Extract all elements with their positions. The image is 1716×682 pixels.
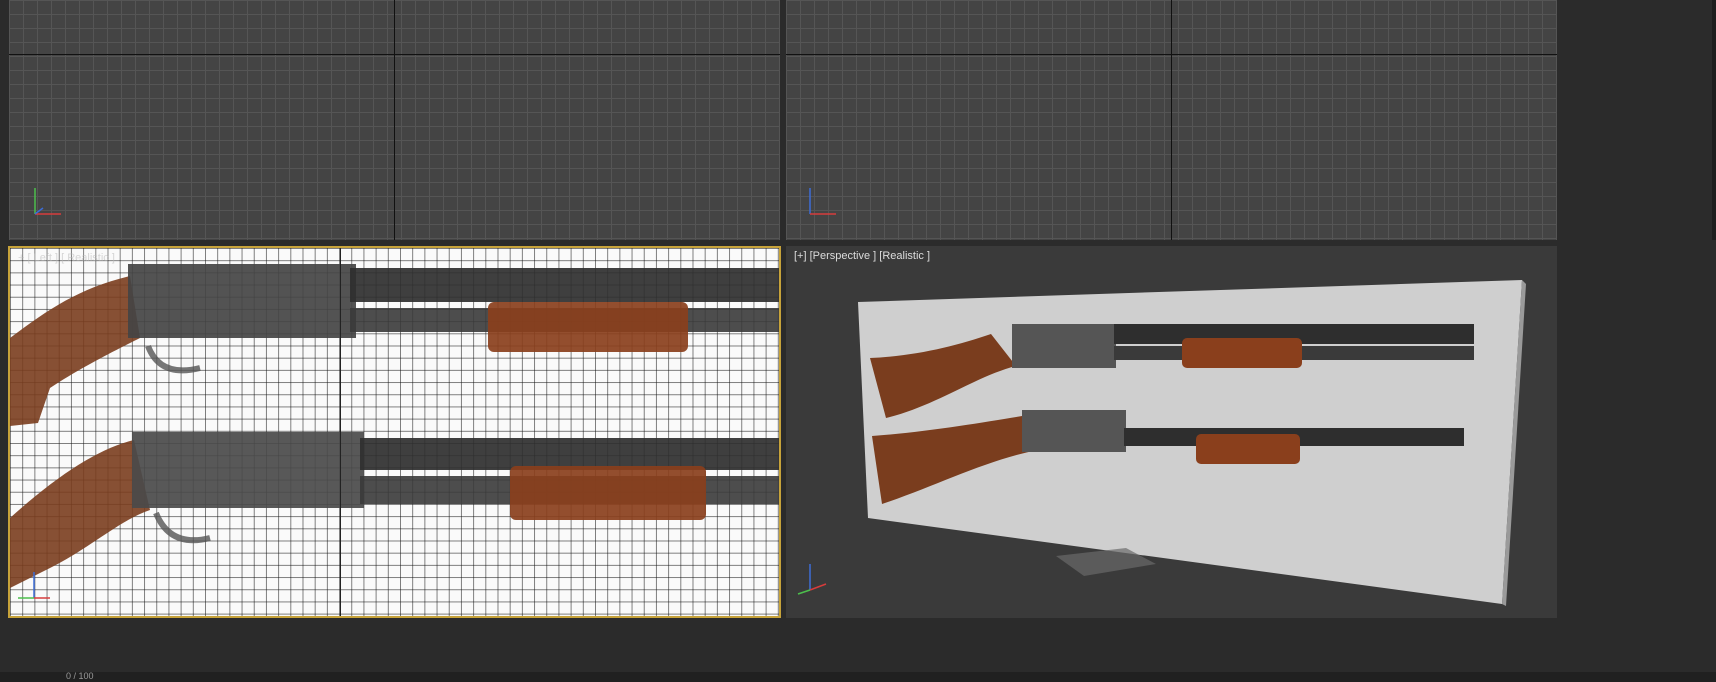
viewport-label[interactable]: + [ Left ] [ Realistic ] (18, 252, 115, 264)
viewport-left[interactable]: + [ Left ] [ Realistic ] (8, 246, 781, 618)
xyz-axis-icon (34, 188, 61, 215)
viewport-perspective[interactable]: [+] [Perspective ] [Realistic ] (786, 246, 1557, 618)
shotgun-reference-image (10, 264, 779, 588)
viewport-scrollbar[interactable] (1712, 0, 1716, 240)
grid-major-line (340, 248, 341, 616)
reference-plane (858, 280, 1526, 606)
viewport-top-right[interactable] (786, 0, 1557, 240)
xyz-axis-icon (809, 188, 836, 215)
status-text: 0 / 100 (66, 671, 94, 681)
status-bar: 0 / 100 (0, 671, 1716, 682)
xyz-axis-icon (18, 572, 50, 599)
grid-major-line (394, 0, 395, 240)
grid-major-line (1171, 0, 1172, 240)
xyz-axis-icon (797, 564, 827, 595)
viewport-top-left[interactable] (9, 0, 780, 240)
